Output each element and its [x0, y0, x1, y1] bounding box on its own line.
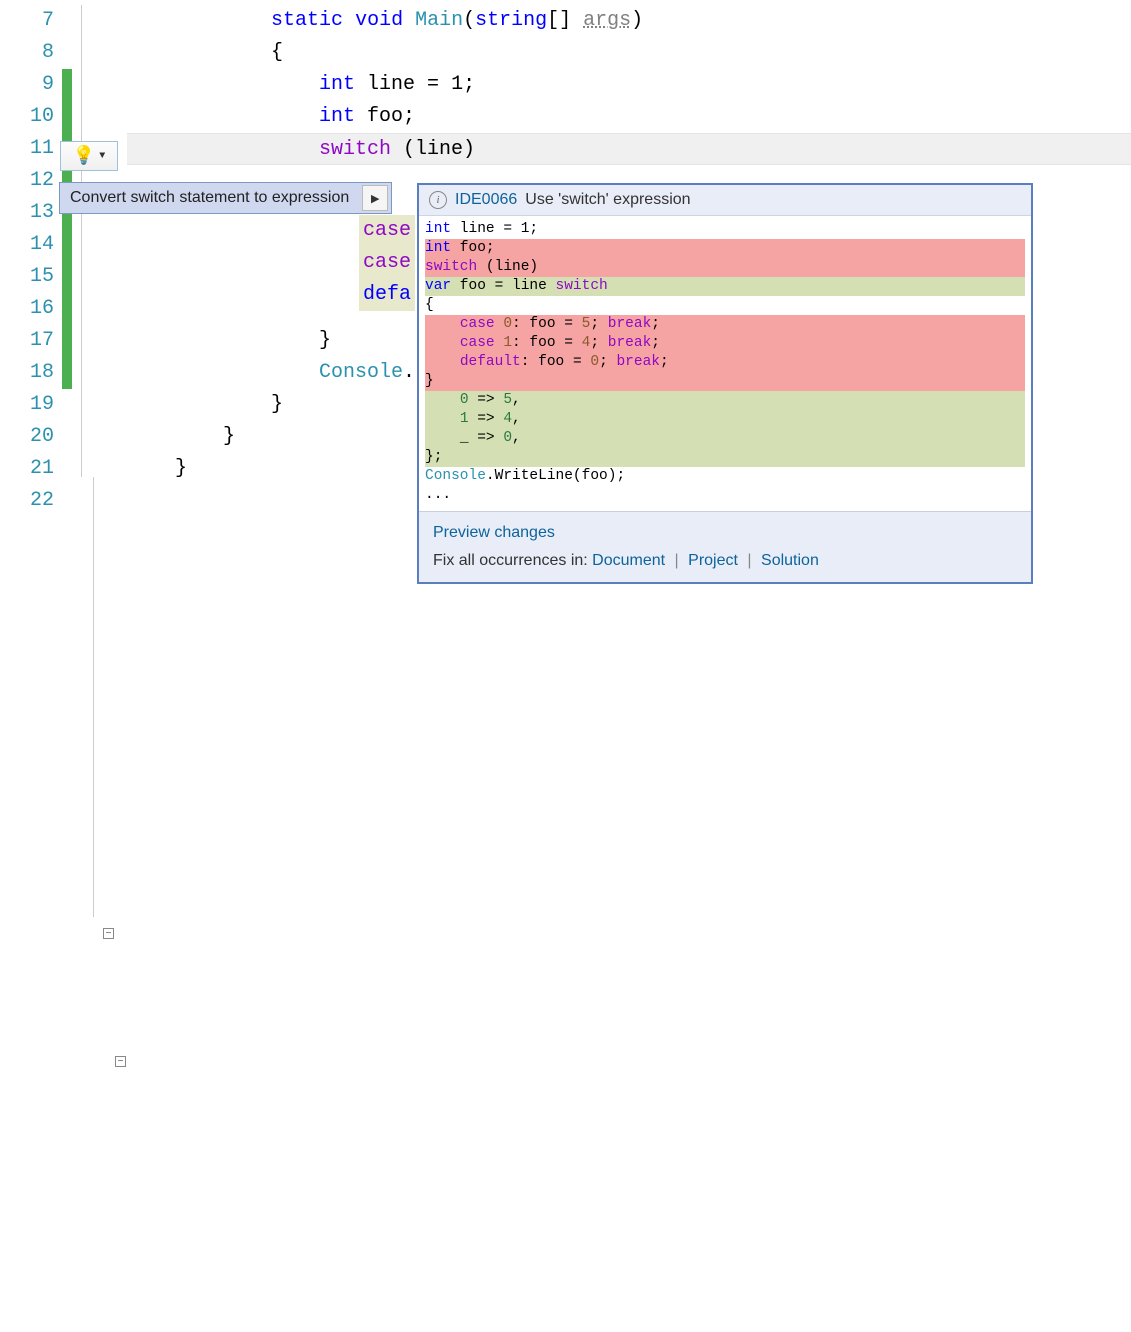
lightbulb-quick-actions[interactable]: 💡 ▼ — [60, 141, 118, 171]
fix-all-solution-link[interactable]: Solution — [761, 552, 819, 569]
preview-header: i IDE0066 Use 'switch' expression — [419, 185, 1031, 216]
line-number: 14 — [0, 229, 54, 261]
diff-preview: int line = 1; int foo; switch (line) var… — [419, 216, 1031, 512]
fix-all-document-link[interactable]: Document — [592, 552, 665, 569]
preview-changes-link[interactable]: Preview changes — [433, 524, 1017, 542]
change-indicator-gutter — [62, 0, 72, 666]
outlining-gutter: − − — [72, 0, 127, 666]
line-number: 11 — [0, 133, 54, 165]
line-number-gutter: 7 8 9 10 11 12 13 14 15 16 17 18 19 20 2… — [0, 0, 62, 666]
diagnostic-code: IDE0066 — [455, 191, 517, 209]
info-icon: i — [429, 191, 447, 209]
line-number: 16 — [0, 293, 54, 325]
fix-all-project-link[interactable]: Project — [688, 552, 738, 569]
fix-all-label: Fix all occurrences in: — [433, 552, 588, 569]
change-marker — [62, 69, 72, 101]
line-number: 22 — [0, 485, 54, 517]
line-number: 20 — [0, 421, 54, 453]
line-number: 18 — [0, 357, 54, 389]
line-number: 9 — [0, 69, 54, 101]
line-number: 10 — [0, 101, 54, 133]
line-number: 19 — [0, 389, 54, 421]
chevron-down-icon: ▼ — [99, 151, 105, 162]
change-marker — [62, 325, 72, 357]
code-line[interactable]: { — [127, 37, 1131, 69]
line-number: 15 — [0, 261, 54, 293]
quick-action-item[interactable]: Convert switch statement to expression — [60, 189, 359, 207]
code-line[interactable]: static void Main(string[] args) — [127, 5, 1131, 37]
obscured-code: case case defa — [359, 215, 415, 311]
line-number: 17 — [0, 325, 54, 357]
code-line[interactable]: int line = 1; — [127, 69, 1131, 101]
fold-toggle-icon[interactable]: − — [115, 1056, 126, 1067]
expand-preview-button[interactable]: ▶ — [362, 185, 388, 211]
change-marker — [62, 357, 72, 389]
line-number: 13 — [0, 197, 54, 229]
change-marker — [62, 229, 72, 261]
fold-toggle-icon[interactable]: − — [103, 928, 114, 939]
code-line[interactable]: int foo; — [127, 101, 1131, 133]
line-number: 8 — [0, 37, 54, 69]
quick-action-menu: Convert switch statement to expression ▶ — [59, 182, 392, 214]
line-number: 12 — [0, 165, 54, 197]
diagnostic-message: Use 'switch' expression — [525, 191, 690, 209]
preview-footer: Preview changes Fix all occurrences in: … — [419, 512, 1031, 582]
change-marker — [62, 101, 72, 133]
change-marker — [62, 261, 72, 293]
line-number: 7 — [0, 5, 54, 37]
change-marker — [62, 293, 72, 325]
code-fix-preview-popup: i IDE0066 Use 'switch' expression int li… — [417, 183, 1033, 584]
code-line-active[interactable]: switch (line) — [127, 133, 1131, 165]
line-number: 21 — [0, 453, 54, 485]
lightbulb-icon: 💡 — [73, 145, 95, 167]
